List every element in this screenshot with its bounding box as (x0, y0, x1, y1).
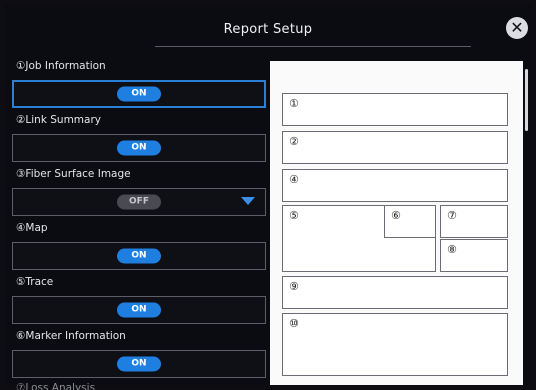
preview-box-10: ⑩ (282, 313, 508, 376)
toggle-switch[interactable]: ON (117, 356, 161, 372)
title-divider (155, 46, 471, 47)
close-icon: ✕ (510, 18, 524, 37)
list-item-marker-information[interactable]: ⑥Marker Information ON (12, 326, 266, 380)
preview-box-7: ⑦ (440, 205, 508, 238)
preview-box-number: ⑩ (289, 317, 299, 330)
toggle-switch[interactable]: ON (117, 140, 161, 156)
item-list[interactable]: ①Job Information ON ②Link Summary ON ③Fi… (12, 56, 266, 390)
item-field[interactable]: ON (12, 296, 266, 324)
item-label: ⑤Trace (16, 276, 54, 288)
preview-box-number: ① (289, 97, 299, 110)
list-item-job-information[interactable]: ①Job Information ON (12, 56, 266, 110)
list-item-fiber-surface-image[interactable]: ③Fiber Surface Image OFF (12, 164, 266, 218)
item-label: ④Map (16, 222, 48, 234)
title-bar: Report Setup ✕ (5, 5, 531, 55)
report-setup-dialog: Report Setup ✕ ①Job Information ON ②Link… (5, 5, 531, 390)
toggle-switch[interactable]: ON (117, 86, 161, 102)
preview-box-1: ① (282, 93, 508, 126)
preview-box-number: ⑤ (289, 209, 299, 222)
toggle-switch[interactable]: ON (117, 248, 161, 264)
toggle-switch[interactable]: ON (117, 302, 161, 318)
preview-box-8: ⑧ (440, 239, 508, 272)
preview-box-number: ④ (289, 173, 299, 186)
item-label: ③Fiber Surface Image (16, 168, 131, 180)
item-field[interactable]: ON (12, 80, 266, 108)
item-label: ①Job Information (16, 60, 106, 72)
report-layout-preview: ① ② ④ ⑤ ⑥ ⑦ ⑧ ⑨ ⑩ (270, 61, 523, 385)
preview-box-number: ⑨ (289, 280, 299, 293)
preview-box-4: ④ (282, 169, 508, 202)
item-field[interactable]: ON (12, 350, 266, 378)
close-button[interactable]: ✕ (506, 17, 528, 39)
item-label: ⑥Marker Information (16, 330, 126, 342)
preview-box-6: ⑥ (384, 205, 436, 238)
preview-scrollbar[interactable] (525, 69, 528, 131)
preview-box-number: ② (289, 135, 299, 148)
item-field[interactable]: ON (12, 242, 266, 270)
preview-box-number: ⑥ (391, 209, 401, 222)
preview-box-number: ⑦ (447, 209, 457, 222)
dropdown-arrow-icon[interactable] (241, 197, 255, 205)
item-field[interactable]: OFF (12, 188, 266, 216)
toggle-switch[interactable]: OFF (117, 194, 161, 210)
item-field[interactable]: ON (12, 134, 266, 162)
list-item-map[interactable]: ④Map ON (12, 218, 266, 272)
preview-box-2: ② (282, 131, 508, 164)
preview-box-number: ⑧ (447, 243, 457, 256)
preview-box-9: ⑨ (282, 276, 508, 309)
item-label: ②Link Summary (16, 114, 101, 126)
dialog-title: Report Setup (223, 22, 313, 37)
list-item-trace[interactable]: ⑤Trace ON (12, 272, 266, 326)
list-item-partial-label: ⑦Loss Analysis (16, 382, 96, 390)
list-item-link-summary[interactable]: ②Link Summary ON (12, 110, 266, 164)
